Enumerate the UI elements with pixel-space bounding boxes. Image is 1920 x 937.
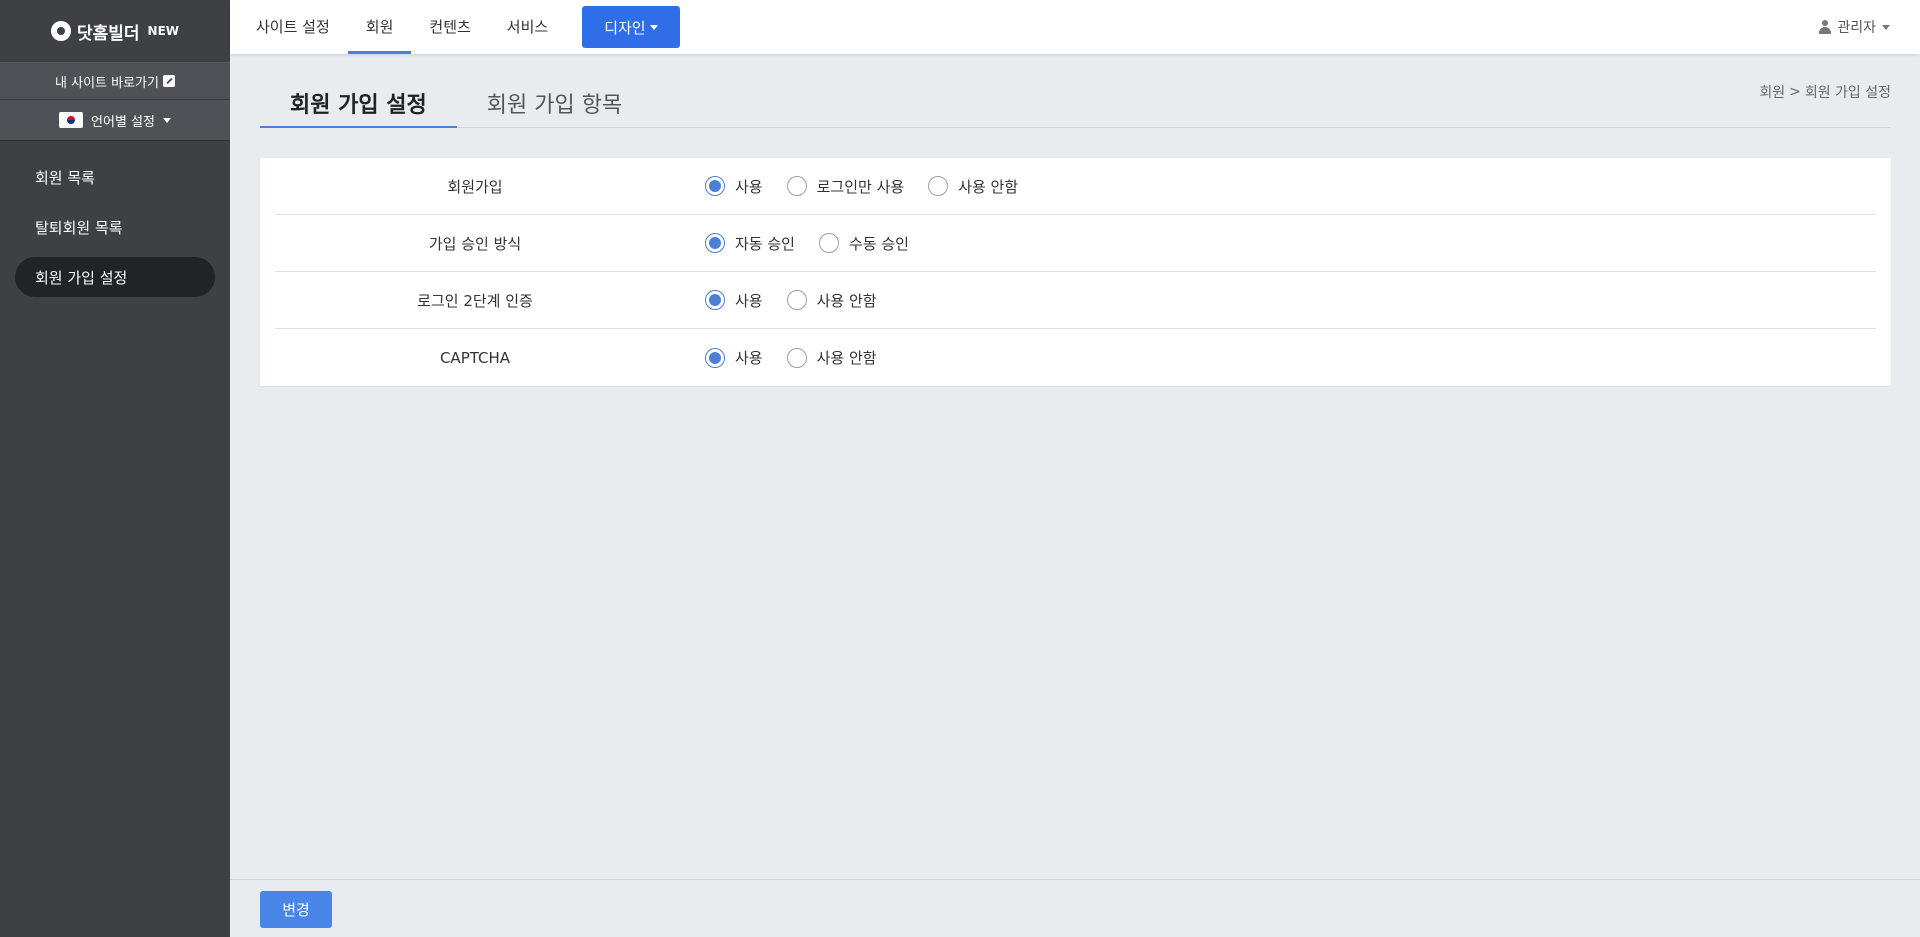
radio-label: 사용 (735, 349, 763, 367)
save-button-label: 변경 (282, 901, 310, 919)
footer-bar: 변경 (230, 879, 1920, 937)
tab-signup-settings[interactable]: 회원 가입 설정 (260, 87, 457, 128)
radio-group-captcha: 사용 사용 안함 (705, 347, 901, 368)
radio-label: 사용 안함 (958, 177, 1019, 196)
radio-button[interactable] (786, 176, 807, 196)
language-selector[interactable]: 언어별 설정 (0, 100, 230, 141)
user-icon (1819, 20, 1832, 34)
tab-site-settings[interactable]: 사이트 설정 (238, 0, 348, 54)
sidebar-item-label: 회원 목록 (35, 168, 95, 187)
radio-option[interactable]: 수동 승인 (818, 233, 909, 254)
setting-row-captcha: CAPTCHA 사용 사용 안함 (275, 329, 1876, 386)
setting-label: CAPTCHA (439, 348, 511, 367)
radio-label: 로그인만 사용 (816, 177, 905, 196)
breadcrumb: 회원 > 회원 가입 설정 (1759, 82, 1891, 102)
radio-option[interactable]: 사용 안함 (928, 176, 1018, 197)
korea-flag-icon (59, 112, 84, 128)
radio-label: 사용 안함 (816, 349, 877, 367)
design-button-label: 디자인 (604, 18, 646, 37)
radio-option[interactable]: 사용 (705, 290, 763, 311)
logo-icon (50, 21, 71, 41)
radio-label: 자동 승인 (735, 234, 795, 253)
setting-label: 로그인 2단계 인증 (417, 291, 533, 310)
setting-row-signup: 회원가입 사용 로그인만 사용 사용 안함 (275, 158, 1876, 215)
radio-button[interactable] (705, 176, 725, 196)
chevron-down-icon (1882, 24, 1890, 30)
language-label: 언어별 설정 (91, 114, 155, 130)
sidebar-item-label: 회원 가입 설정 (35, 268, 128, 287)
settings-panel: 회원가입 사용 로그인만 사용 사용 안함 가입 승인 방식 자동 승인 수동 … (260, 158, 1891, 386)
page-tabs: 회원 가입 설정 회원 가입 항목 회원 > 회원 가입 설정 (260, 54, 1891, 128)
radio-label: 수동 승인 (848, 234, 909, 253)
setting-row-2fa: 로그인 2단계 인증 사용 사용 안함 (275, 272, 1876, 329)
logo[interactable]: 닷홈빌더 NEW (0, 0, 230, 63)
my-site-link[interactable]: 내 사이트 바로가기 (0, 63, 230, 100)
chevron-right-icon: > (1789, 84, 1801, 100)
radio-option[interactable]: 사용 (705, 176, 763, 197)
radio-button[interactable] (705, 233, 725, 253)
radio-group-approval: 자동 승인 수동 승인 (705, 233, 933, 254)
tab-member[interactable]: 회원 (347, 0, 412, 54)
radio-option[interactable]: 사용 안함 (786, 347, 877, 368)
breadcrumb-parent[interactable]: 회원 (1759, 82, 1785, 102)
radio-option[interactable]: 사용 안함 (786, 290, 877, 311)
save-button[interactable]: 변경 (260, 891, 332, 928)
sidebar-nav: 회원 목록 탈퇴회원 목록 회원 가입 설정 (0, 141, 230, 297)
sidebar-item-label: 탈퇴회원 목록 (35, 218, 123, 237)
sidebar-item-signup-settings[interactable]: 회원 가입 설정 (15, 257, 215, 297)
sidebar-item-withdrawn-list[interactable]: 탈퇴회원 목록 (15, 207, 215, 247)
setting-row-approval: 가입 승인 방식 자동 승인 수동 승인 (275, 215, 1876, 272)
logo-badge: NEW (147, 24, 180, 38)
tab-label: 회원 가입 설정 (290, 93, 427, 118)
setting-label: 회원가입 (447, 177, 503, 196)
radio-option[interactable]: 사용 (705, 347, 763, 368)
radio-button[interactable] (705, 347, 725, 368)
tab-label: 사이트 설정 (256, 17, 330, 36)
my-site-link-label: 내 사이트 바로가기 (55, 75, 159, 91)
sidebar-item-member-list[interactable]: 회원 목록 (15, 157, 215, 197)
tab-label: 회원 (365, 17, 394, 36)
logo-text: 닷홈빌더 (76, 23, 140, 44)
radio-group-signup: 사용 로그인만 사용 사용 안함 (705, 176, 1042, 197)
setting-label: 가입 승인 방식 (428, 234, 522, 253)
user-menu[interactable]: 관리자 (1819, 17, 1890, 37)
top-nav: 사이트 설정 회원 컨텐츠 서비스 디자인 (238, 0, 680, 54)
radio-label: 사용 (735, 291, 763, 310)
tab-service[interactable]: 서비스 (489, 0, 566, 54)
tab-label: 컨텐츠 (429, 17, 471, 36)
radio-button[interactable] (928, 176, 949, 196)
radio-button[interactable] (705, 290, 725, 310)
radio-label: 사용 안함 (816, 291, 877, 310)
chevron-down-icon (162, 117, 171, 123)
tab-signup-fields[interactable]: 회원 가입 항목 (457, 87, 652, 127)
chevron-down-icon (649, 24, 658, 30)
radio-option[interactable]: 로그인만 사용 (786, 176, 905, 197)
tab-contents[interactable]: 컨텐츠 (411, 0, 488, 54)
radio-button[interactable] (818, 233, 839, 253)
tab-label: 서비스 (506, 17, 549, 36)
user-label: 관리자 (1837, 20, 1876, 36)
radio-button[interactable] (786, 347, 807, 368)
radio-group-2fa: 사용 사용 안함 (705, 290, 901, 311)
main-content: 회원 가입 설정 회원 가입 항목 회원 > 회원 가입 설정 회원가입 사용 … (260, 54, 1891, 386)
radio-option[interactable]: 자동 승인 (705, 233, 795, 254)
tab-label: 회원 가입 항목 (486, 93, 623, 118)
breadcrumb-current: 회원 가입 설정 (1804, 85, 1891, 101)
radio-label: 사용 (735, 177, 763, 196)
radio-button[interactable] (786, 290, 807, 310)
design-button[interactable]: 디자인 (582, 6, 680, 48)
top-bar: 사이트 설정 회원 컨텐츠 서비스 디자인 관리자 (230, 0, 1920, 54)
sidebar: 닷홈빌더 NEW 내 사이트 바로가기 언어별 설정 회원 목록 탈퇴회원 목록… (0, 0, 230, 937)
external-link-icon (162, 75, 175, 87)
